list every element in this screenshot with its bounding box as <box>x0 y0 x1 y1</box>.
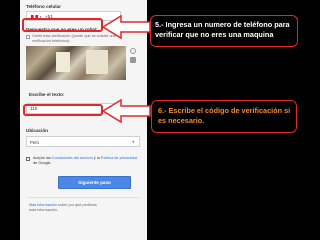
privacy-policy-link[interactable]: Política de privacidad <box>101 156 137 160</box>
terms-text: Acepto las Condiciones del servicio y la… <box>33 156 137 165</box>
location-select[interactable]: Perú ▼ <box>26 136 140 147</box>
separator <box>26 197 140 198</box>
signup-form: Teléfono celular ▼ +51 Demuestra que no … <box>20 0 147 240</box>
captcha-highlight-box <box>23 104 103 116</box>
skip-verification-text: Omitir esta verificación (puede que se s… <box>32 34 116 43</box>
location-value: Perú <box>30 139 39 145</box>
accept-terms-checkbox[interactable] <box>26 157 30 161</box>
skip-verification-checkbox[interactable] <box>26 35 30 39</box>
more-info-text: Más información sobre por qué pedimos es… <box>29 203 97 212</box>
captcha-image <box>26 46 126 80</box>
next-step-button[interactable]: Siguiente paso <box>58 176 131 189</box>
location-label: Ubicación <box>26 128 48 133</box>
more-info-link[interactable]: Más información <box>29 203 57 207</box>
phone-label: Teléfono celular <box>26 4 61 9</box>
step6-text: 6.- Escribe el código de verificación si… <box>158 106 291 125</box>
phone-highlight-box <box>22 18 103 32</box>
chevron-down-icon: ▼ <box>131 140 135 144</box>
next-step-label: Siguiente paso <box>78 180 111 185</box>
step5-text: 5.- Ingresa un numero de teléfono para v… <box>155 20 290 39</box>
audio-captcha-icon[interactable] <box>130 57 136 63</box>
terms-of-service-link[interactable]: Condiciones del servicio <box>52 156 93 160</box>
refresh-captcha-icon[interactable] <box>130 48 136 54</box>
captcha-label: Escribe el texto: <box>29 92 65 97</box>
